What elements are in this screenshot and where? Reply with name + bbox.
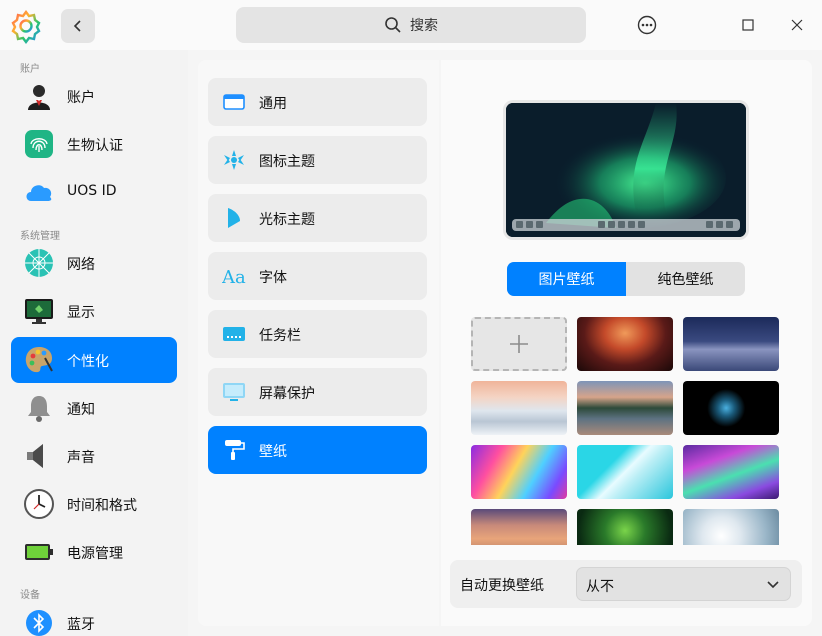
auto-change-wallpaper-value: 从不: [586, 579, 614, 595]
sidebar-item-display[interactable]: 显示: [11, 288, 177, 334]
fingerprint-icon: [23, 128, 55, 160]
sidebar-item-label: UOS ID: [67, 183, 117, 199]
submenu-item-taskbar[interactable]: 任务栏: [208, 310, 427, 358]
sidebar-item-uos-id[interactable]: UOS ID: [11, 169, 177, 215]
icon-theme-icon: [222, 149, 246, 171]
sidebar-item-network[interactable]: 网络: [11, 240, 177, 286]
sidebar-item-power[interactable]: 电源管理: [11, 529, 177, 575]
sidebar-item-account[interactable]: 账户: [11, 73, 177, 119]
submenu-item-label: 字体: [259, 270, 287, 286]
aurora-preview-image: [506, 103, 746, 237]
battery-icon: [23, 536, 55, 568]
cursor-icon: [222, 207, 246, 229]
wallpaper-thumbnail[interactable]: [577, 445, 673, 499]
wallpaper-thumbnail[interactable]: [471, 445, 567, 499]
wallpaper-thumbnail[interactable]: [577, 381, 673, 435]
svg-text:Aa: Aa: [222, 267, 246, 287]
wallpaper-panel: 图片壁纸 纯色壁纸 自动更换壁纸 从不: [441, 60, 812, 626]
tab-picture-wallpaper[interactable]: 图片壁纸: [507, 262, 626, 296]
wallpaper-thumbnail[interactable]: [471, 381, 567, 435]
wallpaper-thumbnail[interactable]: [683, 381, 779, 435]
wallpaper-thumbnail[interactable]: [683, 509, 779, 545]
sidebar-item-label: 声音: [67, 450, 95, 466]
wallpaper-thumbnail[interactable]: [577, 317, 673, 371]
auto-change-wallpaper-row: 自动更换壁纸 从不: [450, 560, 802, 608]
more-options-icon: [637, 15, 657, 35]
sidebar-item-label: 网络: [67, 257, 95, 273]
network-icon: [23, 247, 55, 279]
wallpaper-grid: [471, 317, 781, 545]
user-account-icon: [23, 80, 55, 112]
taskbar-icon: [222, 323, 246, 345]
sidebar-item-biometrics[interactable]: 生物认证: [11, 121, 177, 167]
maximize-button[interactable]: [731, 8, 765, 42]
screensaver-icon: [222, 381, 246, 403]
sidebar-item-label: 生物认证: [67, 138, 123, 154]
sidebar-item-time-format[interactable]: 时间和格式: [11, 481, 177, 527]
tab-solid-color-wallpaper[interactable]: 纯色壁纸: [626, 262, 745, 296]
sidebar-item-label: 时间和格式: [67, 498, 137, 514]
sidebar: 账户 账户 生物认证 UOS ID 系统管理 网络 显示 个性化 通知 声音 时…: [0, 50, 188, 636]
submenu-item-screensaver[interactable]: 屏幕保护: [208, 368, 427, 416]
submenu-item-cursor-theme[interactable]: 光标主题: [208, 194, 427, 242]
submenu-item-label: 壁纸: [259, 444, 287, 460]
submenu-item-label: 任务栏: [259, 328, 301, 344]
wallpaper-thumbnail[interactable]: [471, 509, 567, 545]
font-icon: Aa: [221, 265, 246, 288]
bluetooth-icon: [23, 607, 55, 636]
bell-icon: [23, 392, 55, 424]
sidebar-item-label: 个性化: [67, 354, 109, 370]
plus-icon: [510, 335, 528, 353]
group-label-devices: 设备: [20, 590, 40, 601]
sidebar-item-label: 电源管理: [67, 546, 123, 562]
wallpaper-preview: [503, 100, 749, 240]
cloud-icon: [23, 176, 55, 208]
submenu-item-general[interactable]: 通用: [208, 78, 427, 126]
sidebar-item-notification[interactable]: 通知: [11, 385, 177, 431]
auto-change-wallpaper-label: 自动更换壁纸: [460, 578, 544, 594]
display-icon: [23, 295, 55, 327]
wallpaper-thumbnail[interactable]: [577, 509, 673, 545]
submenu-item-wallpaper[interactable]: 壁纸: [208, 426, 427, 474]
title-bar: 搜索: [0, 0, 822, 50]
close-icon: [791, 19, 803, 31]
submenu-item-icon-theme[interactable]: 图标主题: [208, 136, 427, 184]
search-placeholder: 搜索: [410, 18, 438, 34]
close-button[interactable]: [780, 8, 814, 42]
search-icon: [385, 17, 401, 33]
submenu-item-label: 屏幕保护: [259, 386, 315, 402]
sidebar-item-bluetooth[interactable]: 蓝牙: [11, 600, 177, 636]
personalization-submenu: 通用 图标主题 光标主题 Aa 字体 任务栏 屏幕保护 壁纸: [198, 60, 439, 626]
sidebar-item-label: 蓝牙: [67, 617, 95, 633]
chevron-down-icon: [767, 581, 779, 589]
control-center-window: 搜索 账户 账户 生物认证 UOS ID 系统管理 网络 显示 个性化 通知 声…: [0, 0, 822, 636]
wallpaper-thumbnail[interactable]: [683, 317, 779, 371]
submenu-item-font[interactable]: Aa 字体: [208, 252, 427, 300]
auto-change-wallpaper-select[interactable]: 从不: [576, 567, 791, 601]
add-wallpaper-button[interactable]: [471, 317, 567, 371]
submenu-item-label: 光标主题: [259, 212, 315, 228]
wallpaper-thumbnail[interactable]: [683, 445, 779, 499]
sidebar-item-personalization[interactable]: 个性化: [11, 337, 177, 383]
main-menu-button[interactable]: [630, 8, 664, 42]
speaker-icon: [23, 440, 55, 472]
wallpaper-type-tabs: 图片壁纸 纯色壁纸: [507, 262, 745, 296]
maximize-icon: [742, 19, 754, 31]
sidebar-item-label: 显示: [67, 305, 95, 321]
sidebar-item-label: 通知: [67, 402, 95, 418]
submenu-item-label: 图标主题: [259, 154, 315, 170]
clock-icon: [23, 488, 55, 520]
sidebar-item-sound[interactable]: 声音: [11, 433, 177, 479]
sidebar-item-label: 账户: [67, 90, 95, 106]
window-icon: [222, 91, 246, 113]
submenu-item-label: 通用: [259, 96, 287, 112]
control-center-gear-icon: [8, 8, 44, 44]
personalization-palette-icon: [23, 344, 55, 376]
back-button[interactable]: [61, 9, 95, 43]
chevron-left-icon: [73, 20, 81, 32]
wallpaper-roller-icon: [222, 439, 246, 461]
search-input[interactable]: 搜索: [236, 7, 586, 43]
